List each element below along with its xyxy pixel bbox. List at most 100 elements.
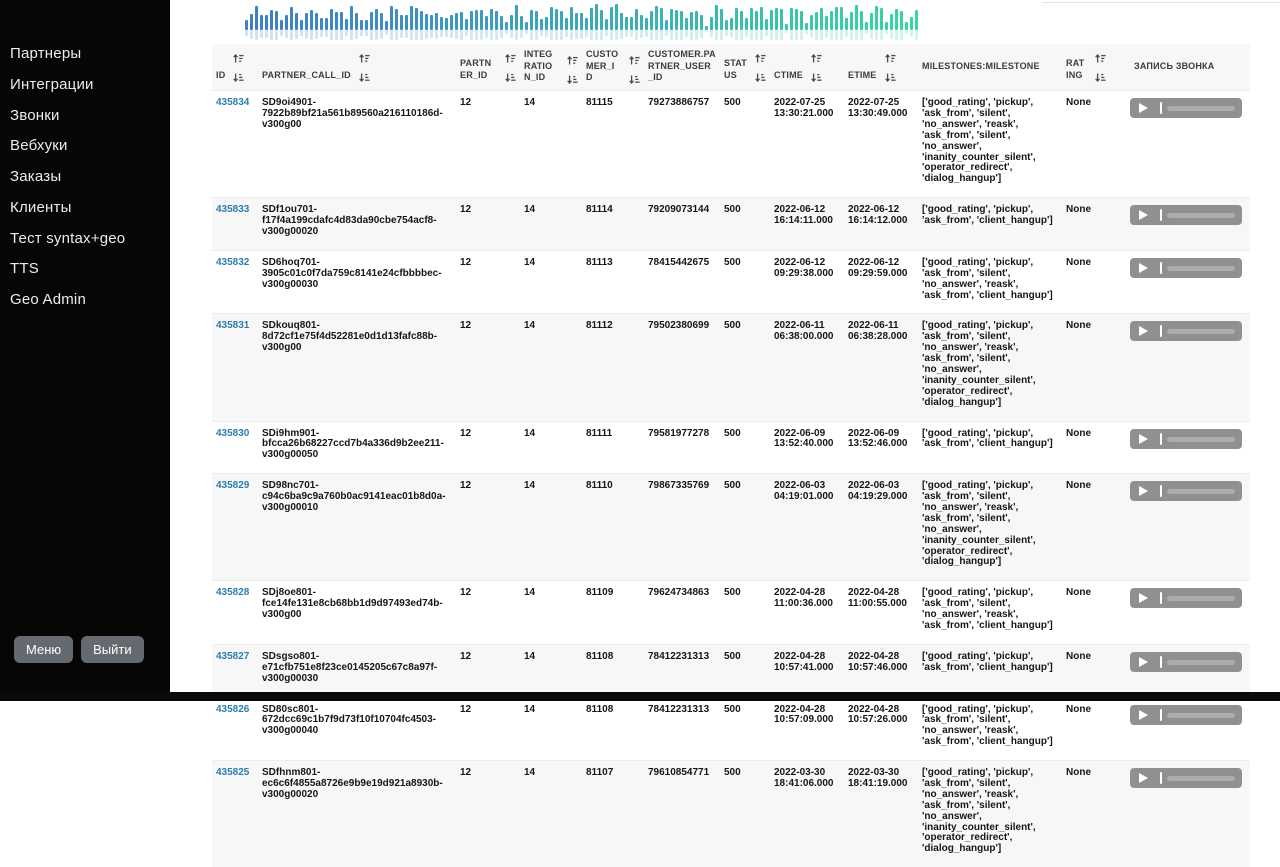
player-scrubber[interactable] <box>1160 709 1162 721</box>
player-track[interactable] <box>1167 776 1235 781</box>
play-icon[interactable] <box>1139 326 1148 336</box>
audio-player[interactable] <box>1130 588 1242 608</box>
player-scrubber[interactable] <box>1160 592 1162 604</box>
play-icon[interactable] <box>1139 773 1148 783</box>
call-id-link[interactable]: 435830 <box>216 428 249 439</box>
sort-icons[interactable] <box>233 54 244 82</box>
play-icon[interactable] <box>1139 210 1148 220</box>
player-scrubber[interactable] <box>1160 262 1162 274</box>
waveform-bar <box>410 6 413 30</box>
sort-icons[interactable] <box>505 54 516 82</box>
sort-icons[interactable] <box>811 54 822 82</box>
player-track[interactable] <box>1167 213 1235 218</box>
play-icon[interactable] <box>1139 593 1148 603</box>
sort-desc-icon[interactable] <box>233 73 244 82</box>
column-header-ctime[interactable]: CTIME <box>770 44 844 91</box>
column-header-partner_id[interactable]: PARTNER_ID <box>456 44 520 91</box>
play-icon[interactable] <box>1139 263 1148 273</box>
sidebar-item-integrations[interactable]: Интеграции <box>10 70 170 101</box>
sort-desc-icon[interactable] <box>505 73 516 82</box>
player-track[interactable] <box>1167 437 1235 442</box>
player-track[interactable] <box>1167 713 1235 718</box>
sort-desc-icon[interactable] <box>359 73 370 82</box>
play-icon[interactable] <box>1139 486 1148 496</box>
sort-asc-icon[interactable] <box>885 54 896 63</box>
sort-icons[interactable] <box>359 54 370 82</box>
sort-asc-icon[interactable] <box>629 56 640 65</box>
audio-player[interactable] <box>1130 258 1242 278</box>
sort-desc-icon[interactable] <box>755 73 766 82</box>
player-scrubber[interactable] <box>1160 656 1162 668</box>
audio-player[interactable] <box>1130 481 1242 501</box>
sidebar-item-geo-admin[interactable]: Geo Admin <box>10 285 170 316</box>
sort-asc-icon[interactable] <box>359 54 370 63</box>
sort-desc-icon[interactable] <box>629 75 640 84</box>
player-track[interactable] <box>1167 106 1235 111</box>
audio-player[interactable] <box>1130 205 1242 225</box>
sort-desc-icon[interactable] <box>885 73 896 82</box>
sort-desc-icon[interactable] <box>567 75 578 84</box>
sort-icons[interactable] <box>755 54 766 82</box>
sidebar-item-webhooks[interactable]: Вебхуки <box>10 131 170 162</box>
player-track[interactable] <box>1167 596 1235 601</box>
sort-icons[interactable] <box>885 54 896 82</box>
audio-player[interactable] <box>1130 652 1242 672</box>
audio-player[interactable] <box>1130 768 1242 788</box>
sort-asc-icon[interactable] <box>1095 54 1106 63</box>
play-icon[interactable] <box>1139 103 1148 113</box>
call-id-link[interactable]: 435833 <box>216 204 249 215</box>
column-header-integration_id[interactable]: INTEGRATION_ID <box>520 44 582 91</box>
call-id-link[interactable]: 435832 <box>216 257 249 268</box>
audio-player[interactable] <box>1130 429 1242 449</box>
player-track[interactable] <box>1167 266 1235 271</box>
player-scrubber[interactable] <box>1160 772 1162 784</box>
audio-player[interactable] <box>1130 705 1242 725</box>
audio-player[interactable] <box>1130 321 1242 341</box>
sort-asc-icon[interactable] <box>567 56 578 65</box>
sort-icons[interactable] <box>629 56 640 84</box>
player-scrubber[interactable] <box>1160 485 1162 497</box>
sort-asc-icon[interactable] <box>505 54 516 63</box>
sort-asc-icon[interactable] <box>755 54 766 63</box>
play-icon[interactable] <box>1139 710 1148 720</box>
play-icon[interactable] <box>1139 434 1148 444</box>
sort-icons[interactable] <box>567 56 578 84</box>
player-scrubber[interactable] <box>1160 209 1162 221</box>
logout-button[interactable]: Выйти <box>81 636 144 663</box>
waveform-bar-reflection <box>725 30 728 36</box>
waveform-bar <box>345 19 348 30</box>
column-header-customer_id[interactable]: CUSTOMER_ID <box>582 44 644 91</box>
column-header-status[interactable]: STATUS <box>720 44 770 91</box>
play-icon[interactable] <box>1139 657 1148 667</box>
player-track[interactable] <box>1167 329 1235 334</box>
player-scrubber[interactable] <box>1160 102 1162 114</box>
player-track[interactable] <box>1167 660 1235 665</box>
column-header-rating[interactable]: RATING <box>1062 44 1110 91</box>
menu-button[interactable]: Меню <box>14 636 73 663</box>
sort-desc-icon[interactable] <box>1095 73 1106 82</box>
sidebar-item-calls[interactable]: Звонки <box>10 101 170 132</box>
sidebar-item-orders[interactable]: Заказы <box>10 162 170 193</box>
call-id-link[interactable]: 435831 <box>216 320 249 331</box>
column-header-etime[interactable]: ETIME <box>844 44 918 91</box>
column-header-id[interactable]: ID <box>212 44 258 91</box>
call-id-link[interactable]: 435834 <box>216 97 249 108</box>
call-id-link[interactable]: 435827 <box>216 651 249 662</box>
sidebar-item-clients[interactable]: Клиенты <box>10 193 170 224</box>
sidebar-item-test-syntax-geo[interactable]: Тест syntax+geo <box>10 224 170 255</box>
sidebar-item-partners[interactable]: Партнеры <box>10 39 170 70</box>
player-track[interactable] <box>1167 489 1235 494</box>
call-id-link[interactable]: 435825 <box>216 767 249 778</box>
call-id-link[interactable]: 435829 <box>216 480 249 491</box>
call-id-link[interactable]: 435826 <box>216 704 249 715</box>
sort-icons[interactable] <box>1095 54 1106 82</box>
sort-asc-icon[interactable] <box>233 54 244 63</box>
audio-player[interactable] <box>1130 98 1242 118</box>
sort-asc-icon[interactable] <box>811 54 822 63</box>
sidebar-item-tts[interactable]: TTS <box>10 254 170 285</box>
column-header-partner_call_id[interactable]: PARTNER_CALL_ID <box>258 44 456 91</box>
sort-desc-icon[interactable] <box>811 73 822 82</box>
player-scrubber[interactable] <box>1160 325 1162 337</box>
call-id-link[interactable]: 435828 <box>216 587 249 598</box>
player-scrubber[interactable] <box>1160 433 1162 445</box>
